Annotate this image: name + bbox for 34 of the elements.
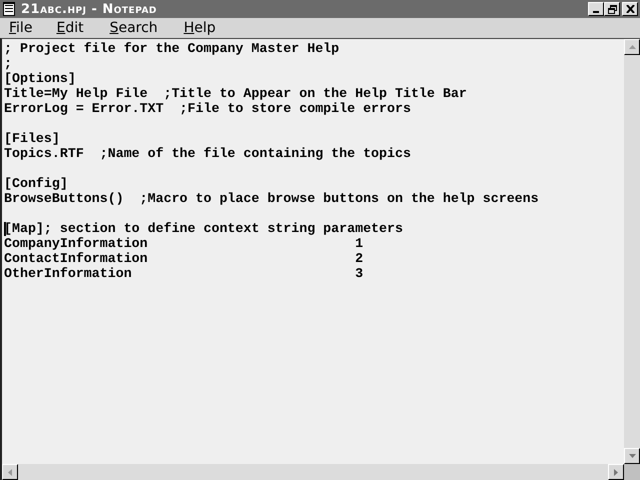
menu-item[interactable]: Help xyxy=(176,20,223,36)
text-line: Topics.RTF ;Name of the file containing the topics xyxy=(4,146,411,161)
notepad-icon xyxy=(3,2,15,16)
scroll-left-button[interactable] xyxy=(2,464,18,480)
scroll-right-button[interactable] xyxy=(608,464,624,480)
up-arrow-icon xyxy=(628,45,636,49)
scroll-up-button[interactable] xyxy=(624,39,640,55)
right-arrow-icon xyxy=(614,468,618,476)
window-title: 21abc.hpj - Notepad xyxy=(21,2,158,16)
menu-item[interactable]: File xyxy=(2,20,40,36)
text-line: [Config] xyxy=(4,176,68,191)
text-line: ; xyxy=(4,56,12,71)
restore-button[interactable] xyxy=(604,2,620,16)
horizontal-scrollbar[interactable] xyxy=(2,464,624,480)
text-line: CompanyInformation 1 xyxy=(4,236,364,251)
restore-icon xyxy=(608,4,616,14)
minimize-button[interactable] xyxy=(588,2,604,16)
scroll-down-button[interactable] xyxy=(624,448,640,464)
close-icon xyxy=(626,5,634,13)
vertical-scrollbar[interactable] xyxy=(624,39,640,464)
text-line: ; Project file for the Company Master Help xyxy=(4,41,340,56)
text-line: ErrorLog = Error.TXT ;File to store compile errors xyxy=(4,101,411,116)
text-line: [Options] xyxy=(4,71,76,86)
menu-item[interactable]: Search xyxy=(102,20,165,36)
close-button[interactable] xyxy=(622,2,638,16)
menu-item[interactable]: Edit xyxy=(49,20,91,36)
text-line: [Files] xyxy=(4,131,60,146)
down-arrow-icon xyxy=(628,454,636,458)
text-line: ContactInformation 2 xyxy=(4,251,364,266)
left-arrow-icon xyxy=(8,468,12,476)
text-line: Title=My Help File ;Title to Appear on the Help Title Bar xyxy=(4,86,467,101)
text-line: [Map]; section to define context string parameters xyxy=(4,221,403,236)
text-line: OtherInformation 3 xyxy=(4,266,364,281)
text-line: BrowseButtons() ;Macro to place browse buttons on the help screens xyxy=(4,191,539,206)
